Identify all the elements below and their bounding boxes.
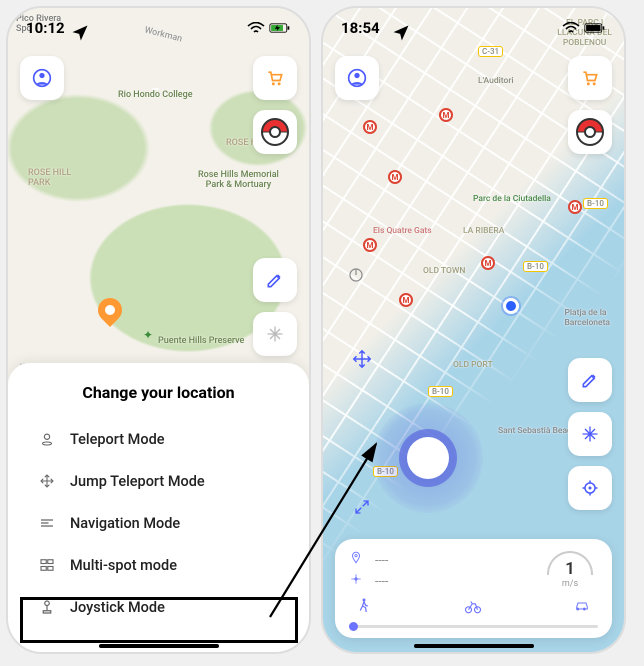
- battery-icon: [269, 22, 291, 34]
- walk-icon[interactable]: [355, 597, 373, 619]
- speed-panel: ---- ---- 1 m/s: [335, 539, 612, 638]
- snowflake-icon: [265, 324, 285, 344]
- current-location-dot: [503, 298, 519, 314]
- speed-slider[interactable]: [349, 625, 598, 628]
- car-icon[interactable]: [572, 597, 592, 619]
- map-label: Parc de la Ciutadella: [473, 194, 551, 204]
- teleport-icon: [38, 430, 56, 448]
- profile-button[interactable]: [335, 56, 379, 100]
- jump-icon: [38, 472, 56, 490]
- edit-button[interactable]: [253, 258, 297, 302]
- mode-multispot[interactable]: Multi-spot mode: [24, 544, 293, 586]
- snowflake-button[interactable]: [253, 312, 297, 356]
- cart-button[interactable]: [253, 56, 297, 100]
- mode-sheet: Change your location Teleport Mode Jump …: [8, 363, 309, 652]
- map-label: OLD PORT: [453, 360, 493, 370]
- mode-joystick[interactable]: Joystick Mode: [24, 586, 293, 628]
- compass-small-icon: [349, 572, 365, 589]
- map-label: ROSE HILL PARK: [28, 168, 71, 188]
- metro-icon: M: [363, 120, 377, 134]
- bike-icon[interactable]: [464, 597, 482, 619]
- pokeball-icon: [261, 118, 289, 146]
- map-label: Sant Sebastià Beach: [498, 426, 576, 436]
- status-time: 10:12: [26, 19, 65, 37]
- battery-icon: [584, 22, 606, 34]
- pokeball-button[interactable]: [568, 110, 612, 154]
- expand-icon[interactable]: [353, 498, 371, 516]
- phone-right: EL PARC I LLACUNA DEL POBLENOU L'Auditor…: [321, 6, 626, 654]
- road-badge: B-10: [583, 198, 608, 209]
- cart-icon: [580, 68, 600, 88]
- metro-icon: M: [363, 238, 377, 252]
- dir-value: ----: [375, 574, 388, 588]
- map-label: Rio Hondo College: [118, 90, 193, 100]
- speed-unit: m/s: [562, 579, 578, 589]
- edit-icon: [265, 270, 285, 290]
- move-icon[interactable]: [351, 348, 373, 370]
- status-time: 18:54: [341, 19, 380, 37]
- power-icon: [347, 266, 365, 284]
- mode-label: Navigation Mode: [70, 515, 180, 532]
- wifi-icon: [247, 22, 265, 34]
- map-label: Els Quatre Gats: [373, 226, 432, 236]
- pokeball-button[interactable]: [253, 110, 297, 154]
- edit-icon: [580, 370, 600, 390]
- road-badge: B-10: [428, 386, 453, 397]
- map-label: Rose Hills Memorial Park & Mortuary: [198, 170, 279, 190]
- home-indicator[interactable]: [414, 644, 534, 648]
- joystick-icon: [38, 598, 56, 616]
- location-arrow-icon: [70, 23, 90, 43]
- home-indicator[interactable]: [99, 644, 219, 648]
- status-bar: 18:54: [323, 14, 624, 42]
- navigation-icon: [38, 514, 56, 532]
- cart-icon: [265, 68, 285, 88]
- mode-jump[interactable]: Jump Teleport Mode: [24, 460, 293, 502]
- mode-teleport[interactable]: Teleport Mode: [24, 418, 293, 460]
- metro-icon: M: [481, 256, 495, 270]
- wifi-icon: [562, 22, 580, 34]
- metro-icon: M: [439, 108, 453, 122]
- map-label: Platja de la Barceloneta: [564, 308, 610, 328]
- status-bar: 10:12: [8, 14, 309, 42]
- pokeball-icon: [576, 118, 604, 146]
- location-arrow-icon: [391, 23, 411, 43]
- crosshair-icon: [580, 478, 600, 498]
- snowflake-icon: [580, 424, 600, 444]
- multispot-icon: [38, 556, 56, 574]
- map-label: L'Auditori: [478, 76, 514, 86]
- road-badge: C-31: [478, 46, 503, 57]
- metro-icon: M: [568, 200, 582, 214]
- pin-small-icon: [349, 551, 365, 568]
- sheet-title: Change your location: [24, 383, 293, 402]
- mode-label: Multi-spot mode: [70, 557, 177, 574]
- joystick-control[interactable]: [373, 403, 483, 513]
- profile-icon: [347, 68, 367, 88]
- profile-icon: [32, 68, 52, 88]
- snowflake-button[interactable]: [568, 412, 612, 456]
- profile-button[interactable]: [20, 56, 64, 100]
- road-badge: B-10: [523, 261, 548, 272]
- map-label: OLD TOWN: [423, 266, 465, 276]
- edit-button[interactable]: [568, 358, 612, 402]
- phone-left: Pico Rivera Spo Workman Rio Hondo Colleg…: [6, 6, 311, 654]
- metro-icon: M: [388, 170, 402, 184]
- mode-label: Jump Teleport Mode: [70, 473, 205, 490]
- speed-value: 1: [565, 559, 575, 579]
- cart-button[interactable]: [568, 56, 612, 100]
- mode-label: Joystick Mode: [70, 599, 165, 616]
- speed-gauge: 1 m/s: [542, 549, 598, 591]
- map-label: Puente Hills Preserve: [158, 336, 244, 346]
- mode-navigation[interactable]: Navigation Mode: [24, 502, 293, 544]
- metro-icon: M: [399, 293, 413, 307]
- mode-label: Teleport Mode: [70, 431, 165, 448]
- loc-value: ----: [375, 553, 388, 567]
- map-label: LA RIBERA: [463, 226, 504, 236]
- locate-button[interactable]: [568, 466, 612, 510]
